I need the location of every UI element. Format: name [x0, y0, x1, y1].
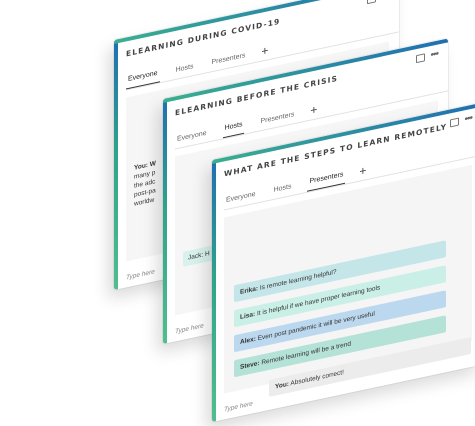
tab-everyone[interactable]: Everyone — [224, 190, 258, 209]
message-text: Is remote learning helpful? — [259, 268, 337, 292]
tab-everyone[interactable]: Everyone — [126, 69, 160, 90]
plus-icon[interactable]: + — [359, 163, 366, 180]
tab-hosts[interactable]: Hosts — [222, 120, 245, 139]
message-author: Steve: — [240, 359, 260, 372]
more-icon[interactable]: ••• — [430, 49, 438, 62]
restore-icon[interactable] — [416, 53, 426, 64]
tab-hosts[interactable]: Hosts — [272, 183, 294, 200]
tab-presenters[interactable]: Presenters — [209, 52, 247, 72]
more-icon[interactable]: ••• — [464, 113, 472, 126]
stage: ELEARNING DURING COVID-19 ••• Everyone H… — [0, 0, 475, 426]
tab-everyone[interactable]: Everyone — [175, 129, 209, 148]
restore-icon[interactable] — [450, 117, 460, 128]
chat-panel-steps-to-learn-remotely: WHAT ARE THE STEPS TO LEARN REMOTELY •••… — [212, 102, 475, 422]
message-author: Lisa: — [240, 310, 256, 322]
message-author: Alex: — [240, 335, 256, 347]
window-controls: ••• — [450, 113, 472, 128]
plus-icon[interactable]: + — [261, 43, 268, 60]
tab-presenters[interactable]: Presenters — [307, 170, 346, 192]
tab-hosts[interactable]: Hosts — [174, 63, 196, 80]
message-author: You: — [275, 380, 289, 391]
tab-presenters[interactable]: Presenters — [258, 111, 296, 131]
window-controls: ••• — [416, 49, 438, 64]
restore-icon[interactable] — [367, 0, 377, 5]
message-text: Remote learning will be a trend — [261, 340, 351, 367]
plus-icon[interactable]: + — [310, 102, 317, 119]
window-controls: ••• — [367, 0, 389, 5]
message-author: Erika: — [240, 285, 259, 297]
